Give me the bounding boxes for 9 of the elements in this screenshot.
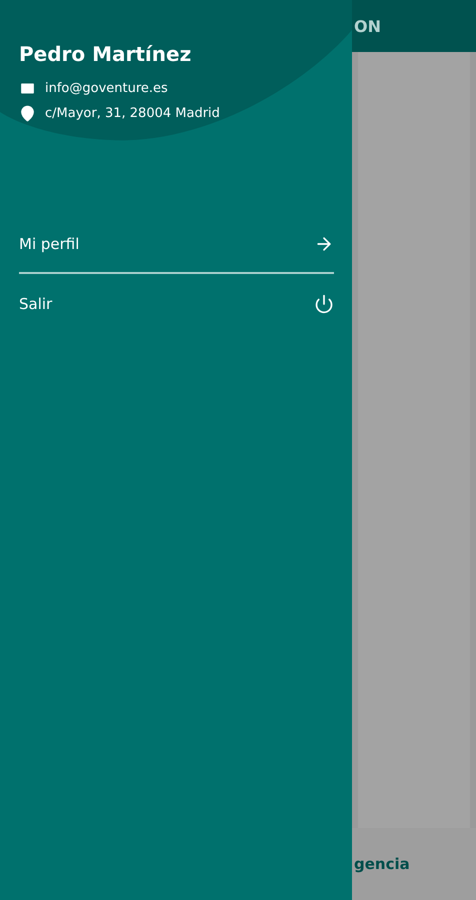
user-email: info@goventure.es — [45, 81, 168, 96]
user-name: Pedro Martínez — [19, 42, 192, 66]
menu-item[interactable]: Salir — [19, 282, 334, 326]
location-pin-icon — [19, 105, 36, 122]
user-address: c/Mayor, 31, 28004 Madrid — [45, 106, 220, 121]
power-icon — [314, 294, 334, 314]
menu-item[interactable]: Mi perfil — [19, 222, 334, 266]
tab-label[interactable]: gencia — [354, 855, 410, 873]
app-bar-title: ON — [354, 16, 381, 36]
